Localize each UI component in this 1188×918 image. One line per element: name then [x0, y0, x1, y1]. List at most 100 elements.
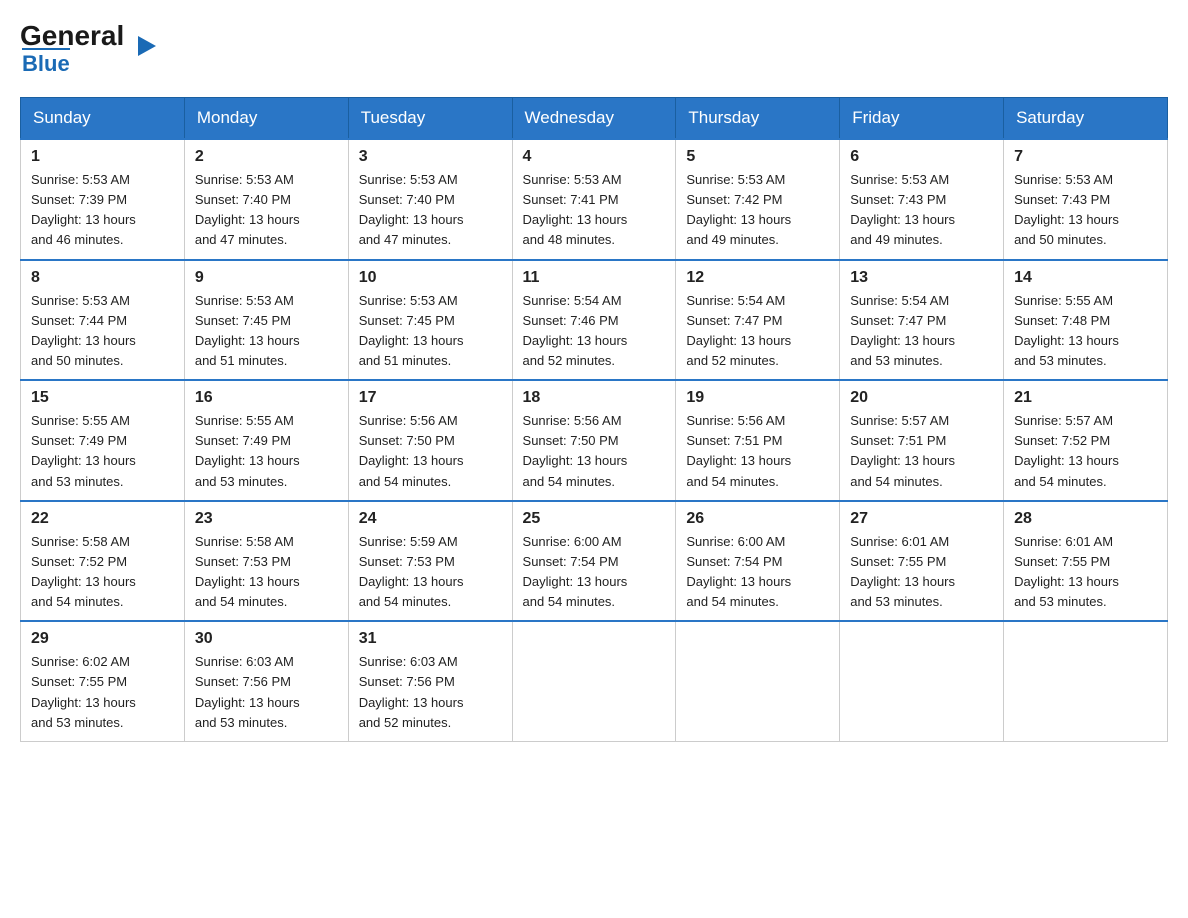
day-info: Sunrise: 6:03 AM Sunset: 7:56 PM Dayligh…	[359, 652, 502, 733]
day-number: 26	[686, 510, 829, 528]
day-info: Sunrise: 5:55 AM Sunset: 7:49 PM Dayligh…	[31, 411, 174, 492]
day-info: Sunrise: 5:53 AM Sunset: 7:40 PM Dayligh…	[195, 170, 338, 251]
day-number: 25	[523, 510, 666, 528]
day-info: Sunrise: 5:53 AM Sunset: 7:43 PM Dayligh…	[1014, 170, 1157, 251]
day-number: 6	[850, 148, 993, 166]
calendar-cell: 22 Sunrise: 5:58 AM Sunset: 7:52 PM Dayl…	[21, 501, 185, 622]
calendar-cell: 28 Sunrise: 6:01 AM Sunset: 7:55 PM Dayl…	[1004, 501, 1168, 622]
calendar-cell	[840, 621, 1004, 741]
calendar-cell: 29 Sunrise: 6:02 AM Sunset: 7:55 PM Dayl…	[21, 621, 185, 741]
day-info: Sunrise: 5:55 AM Sunset: 7:49 PM Dayligh…	[195, 411, 338, 492]
calendar-cell: 31 Sunrise: 6:03 AM Sunset: 7:56 PM Dayl…	[348, 621, 512, 741]
day-info: Sunrise: 5:53 AM Sunset: 7:43 PM Dayligh…	[850, 170, 993, 251]
day-number: 1	[31, 148, 174, 166]
calendar-cell: 7 Sunrise: 5:53 AM Sunset: 7:43 PM Dayli…	[1004, 139, 1168, 260]
day-number: 2	[195, 148, 338, 166]
calendar-header-sunday: Sunday	[21, 98, 185, 140]
calendar-table: SundayMondayTuesdayWednesdayThursdayFrid…	[20, 97, 1168, 742]
calendar-cell: 6 Sunrise: 5:53 AM Sunset: 7:43 PM Dayli…	[840, 139, 1004, 260]
calendar-cell: 17 Sunrise: 5:56 AM Sunset: 7:50 PM Dayl…	[348, 380, 512, 501]
day-number: 31	[359, 630, 502, 648]
day-number: 11	[523, 269, 666, 287]
day-number: 5	[686, 148, 829, 166]
day-info: Sunrise: 5:54 AM Sunset: 7:46 PM Dayligh…	[523, 291, 666, 372]
day-info: Sunrise: 5:59 AM Sunset: 7:53 PM Dayligh…	[359, 532, 502, 613]
calendar-cell: 24 Sunrise: 5:59 AM Sunset: 7:53 PM Dayl…	[348, 501, 512, 622]
day-info: Sunrise: 6:03 AM Sunset: 7:56 PM Dayligh…	[195, 652, 338, 733]
day-number: 18	[523, 389, 666, 407]
calendar-cell: 10 Sunrise: 5:53 AM Sunset: 7:45 PM Dayl…	[348, 260, 512, 381]
calendar-cell	[676, 621, 840, 741]
calendar-header-thursday: Thursday	[676, 98, 840, 140]
logo: General Blue	[20, 20, 139, 77]
day-info: Sunrise: 6:01 AM Sunset: 7:55 PM Dayligh…	[850, 532, 993, 613]
calendar-week-row: 29 Sunrise: 6:02 AM Sunset: 7:55 PM Dayl…	[21, 621, 1168, 741]
day-number: 10	[359, 269, 502, 287]
day-number: 28	[1014, 510, 1157, 528]
calendar-week-row: 22 Sunrise: 5:58 AM Sunset: 7:52 PM Dayl…	[21, 501, 1168, 622]
day-info: Sunrise: 5:53 AM Sunset: 7:42 PM Dayligh…	[686, 170, 829, 251]
calendar-cell: 11 Sunrise: 5:54 AM Sunset: 7:46 PM Dayl…	[512, 260, 676, 381]
day-number: 16	[195, 389, 338, 407]
day-info: Sunrise: 5:53 AM Sunset: 7:41 PM Dayligh…	[523, 170, 666, 251]
day-info: Sunrise: 5:53 AM Sunset: 7:39 PM Dayligh…	[31, 170, 174, 251]
page-header: General Blue	[20, 20, 1168, 77]
calendar-cell: 2 Sunrise: 5:53 AM Sunset: 7:40 PM Dayli…	[184, 139, 348, 260]
calendar-cell: 1 Sunrise: 5:53 AM Sunset: 7:39 PM Dayli…	[21, 139, 185, 260]
day-number: 29	[31, 630, 174, 648]
calendar-cell: 3 Sunrise: 5:53 AM Sunset: 7:40 PM Dayli…	[348, 139, 512, 260]
calendar-cell: 25 Sunrise: 6:00 AM Sunset: 7:54 PM Dayl…	[512, 501, 676, 622]
calendar-header-row: SundayMondayTuesdayWednesdayThursdayFrid…	[21, 98, 1168, 140]
calendar-header-tuesday: Tuesday	[348, 98, 512, 140]
day-info: Sunrise: 5:54 AM Sunset: 7:47 PM Dayligh…	[686, 291, 829, 372]
calendar-cell: 21 Sunrise: 5:57 AM Sunset: 7:52 PM Dayl…	[1004, 380, 1168, 501]
day-number: 13	[850, 269, 993, 287]
day-number: 20	[850, 389, 993, 407]
day-info: Sunrise: 5:56 AM Sunset: 7:50 PM Dayligh…	[523, 411, 666, 492]
calendar-cell: 13 Sunrise: 5:54 AM Sunset: 7:47 PM Dayl…	[840, 260, 1004, 381]
calendar-header-wednesday: Wednesday	[512, 98, 676, 140]
day-info: Sunrise: 5:54 AM Sunset: 7:47 PM Dayligh…	[850, 291, 993, 372]
calendar-header-friday: Friday	[840, 98, 1004, 140]
day-info: Sunrise: 5:53 AM Sunset: 7:44 PM Dayligh…	[31, 291, 174, 372]
day-number: 27	[850, 510, 993, 528]
day-number: 4	[523, 148, 666, 166]
day-number: 22	[31, 510, 174, 528]
day-number: 14	[1014, 269, 1157, 287]
logo-blue: Blue	[22, 48, 70, 77]
day-info: Sunrise: 5:55 AM Sunset: 7:48 PM Dayligh…	[1014, 291, 1157, 372]
calendar-cell: 27 Sunrise: 6:01 AM Sunset: 7:55 PM Dayl…	[840, 501, 1004, 622]
calendar-cell	[512, 621, 676, 741]
calendar-cell: 9 Sunrise: 5:53 AM Sunset: 7:45 PM Dayli…	[184, 260, 348, 381]
calendar-cell: 30 Sunrise: 6:03 AM Sunset: 7:56 PM Dayl…	[184, 621, 348, 741]
day-number: 24	[359, 510, 502, 528]
calendar-cell: 16 Sunrise: 5:55 AM Sunset: 7:49 PM Dayl…	[184, 380, 348, 501]
day-number: 17	[359, 389, 502, 407]
day-number: 12	[686, 269, 829, 287]
calendar-cell: 26 Sunrise: 6:00 AM Sunset: 7:54 PM Dayl…	[676, 501, 840, 622]
day-number: 21	[1014, 389, 1157, 407]
day-info: Sunrise: 6:00 AM Sunset: 7:54 PM Dayligh…	[523, 532, 666, 613]
day-info: Sunrise: 5:53 AM Sunset: 7:45 PM Dayligh…	[195, 291, 338, 372]
calendar-week-row: 1 Sunrise: 5:53 AM Sunset: 7:39 PM Dayli…	[21, 139, 1168, 260]
day-info: Sunrise: 5:58 AM Sunset: 7:52 PM Dayligh…	[31, 532, 174, 613]
day-info: Sunrise: 5:56 AM Sunset: 7:50 PM Dayligh…	[359, 411, 502, 492]
day-info: Sunrise: 5:58 AM Sunset: 7:53 PM Dayligh…	[195, 532, 338, 613]
day-info: Sunrise: 6:01 AM Sunset: 7:55 PM Dayligh…	[1014, 532, 1157, 613]
calendar-header-saturday: Saturday	[1004, 98, 1168, 140]
calendar-cell: 23 Sunrise: 5:58 AM Sunset: 7:53 PM Dayl…	[184, 501, 348, 622]
day-info: Sunrise: 5:53 AM Sunset: 7:40 PM Dayligh…	[359, 170, 502, 251]
calendar-cell	[1004, 621, 1168, 741]
calendar-header-monday: Monday	[184, 98, 348, 140]
day-number: 23	[195, 510, 338, 528]
calendar-cell: 8 Sunrise: 5:53 AM Sunset: 7:44 PM Dayli…	[21, 260, 185, 381]
day-info: Sunrise: 6:00 AM Sunset: 7:54 PM Dayligh…	[686, 532, 829, 613]
calendar-week-row: 15 Sunrise: 5:55 AM Sunset: 7:49 PM Dayl…	[21, 380, 1168, 501]
calendar-cell: 12 Sunrise: 5:54 AM Sunset: 7:47 PM Dayl…	[676, 260, 840, 381]
day-info: Sunrise: 6:02 AM Sunset: 7:55 PM Dayligh…	[31, 652, 174, 733]
calendar-cell: 5 Sunrise: 5:53 AM Sunset: 7:42 PM Dayli…	[676, 139, 840, 260]
calendar-cell: 4 Sunrise: 5:53 AM Sunset: 7:41 PM Dayli…	[512, 139, 676, 260]
day-number: 8	[31, 269, 174, 287]
day-number: 3	[359, 148, 502, 166]
day-info: Sunrise: 5:57 AM Sunset: 7:52 PM Dayligh…	[1014, 411, 1157, 492]
